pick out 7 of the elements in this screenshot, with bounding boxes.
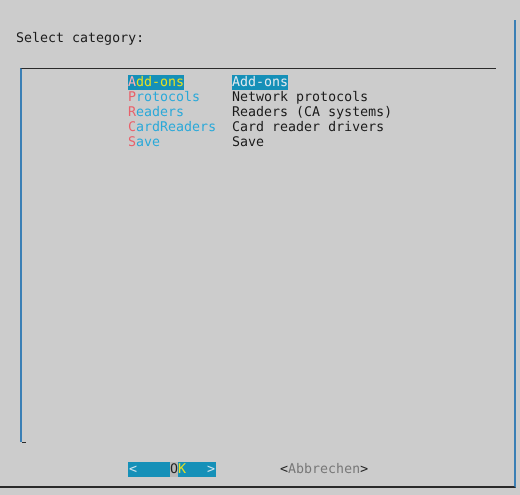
menu-item-description[interactable]: Readers (CA systems) bbox=[232, 105, 392, 120]
menu-item-description[interactable]: Save bbox=[232, 135, 264, 150]
dialog-button[interactable]: <Abbrechen> bbox=[280, 462, 368, 477]
prompt-label: Select category: bbox=[16, 31, 146, 46]
dialog-button[interactable]: < OK > bbox=[128, 462, 216, 477]
menu-item-description[interactable]: Network protocols bbox=[232, 90, 368, 105]
menu-item-description[interactable]: Card reader drivers bbox=[232, 120, 384, 135]
